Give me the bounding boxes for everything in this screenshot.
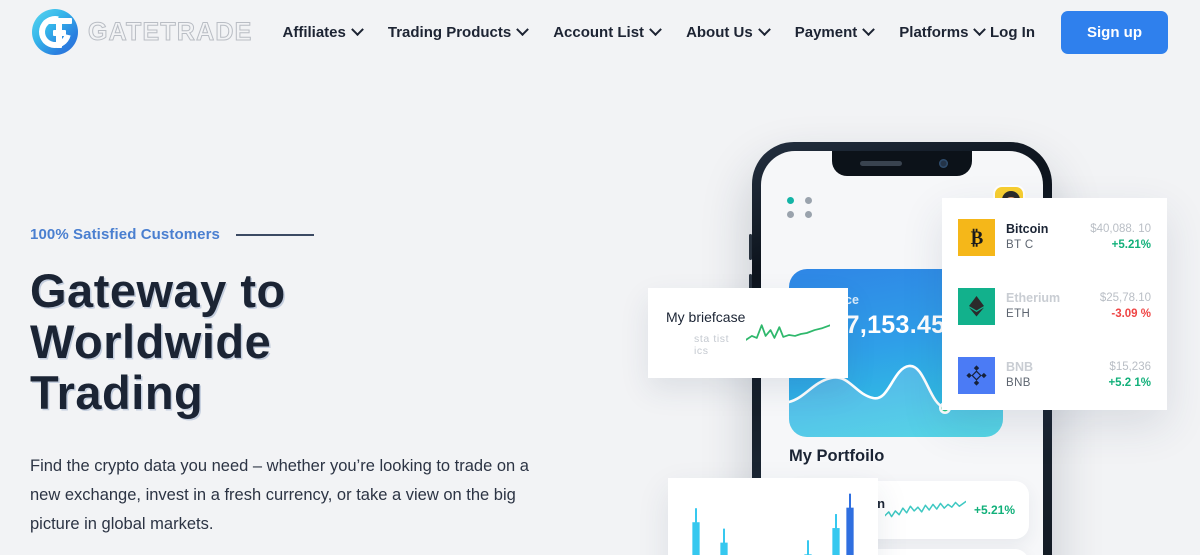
hero-eyebrow: 100% Satisfied Customers — [30, 226, 220, 243]
headline-line-1: Gateway to — [30, 264, 286, 317]
chevron-down-icon — [862, 22, 876, 36]
coin-change: +5.2 1% — [1108, 377, 1151, 389]
page-title: Gateway to Worldwide Trading — [30, 265, 570, 418]
ethereum-icon — [958, 287, 995, 325]
chevron-down-icon — [516, 22, 530, 36]
gatetrade-logo-icon — [32, 9, 78, 55]
coin-symbol: BNB — [1006, 377, 1031, 389]
chevron-down-icon — [649, 22, 662, 36]
coin-list-names: Bitcoin BT C — [1006, 221, 1048, 253]
eyebrow-divider — [235, 233, 314, 236]
bitcoin-icon: ₿ — [958, 218, 995, 256]
coin-list-values: $15,236 +5.2 1% — [1108, 359, 1151, 391]
nav-item-account-list[interactable]: Account List — [553, 22, 662, 41]
nav-item-platforms[interactable]: Platforms — [899, 22, 987, 41]
briefcase-sparkline — [745, 324, 830, 341]
landing-page: GATETRADE Affiliates Trading Products Ac… — [0, 0, 1200, 555]
coin-list-row-bitcoin[interactable]: ₿ Bitcoin BT C $40,088. 10 +5.21% — [958, 216, 1151, 258]
coin-symbol: BT C — [1006, 239, 1034, 251]
portfolio-sparkline-bitcoin — [885, 500, 966, 518]
site-header: GATETRADE Affiliates Trading Products Ac… — [0, 0, 1200, 64]
briefcase-title: My briefcase — [666, 309, 746, 325]
briefcase-subtitle: sta tist ics — [694, 333, 730, 357]
coin-symbol: ETH — [1006, 308, 1031, 320]
coin-list-names: Etherium ETH — [1006, 290, 1060, 322]
nav-label: Account List — [553, 23, 645, 41]
portfolio-change-bitcoin: +5.21% — [973, 503, 1015, 517]
nav-item-affiliates[interactable]: Affiliates — [282, 22, 364, 41]
coin-list-card: ₿ Bitcoin BT C $40,088. 10 +5.21% Etheri… — [942, 198, 1167, 410]
briefcase-card: My briefcase sta tist ics — [648, 288, 848, 378]
coin-name: Etherium — [1006, 291, 1061, 305]
coin-name: BNB — [1006, 360, 1034, 374]
svg-text:₿: ₿ — [970, 228, 983, 248]
nav-label: Trading Products — [387, 23, 512, 41]
coin-price: $25,78.10 — [1099, 292, 1151, 304]
bar-chart-card — [668, 478, 878, 555]
portfolio-title: My Portfoilo — [789, 447, 885, 465]
login-link[interactable]: Log In — [990, 24, 1035, 41]
nav-label: Affiliates — [282, 23, 346, 41]
nav-item-trading-products[interactable]: Trading Products — [387, 22, 530, 41]
coin-change: -3.09 % — [1111, 308, 1151, 320]
brand-logo[interactable]: GATETRADE — [32, 9, 253, 55]
hero-content: 100% Satisfied Customers Gateway to Worl… — [30, 226, 570, 539]
coin-list-row-etherium[interactable]: Etherium ETH $25,78.10 -3.09 % — [958, 285, 1151, 327]
coin-price: $15,236 — [1109, 361, 1151, 373]
chevron-down-icon — [757, 22, 771, 36]
nav-item-payment[interactable]: Payment — [794, 22, 876, 41]
volume-bar-chart — [692, 493, 854, 555]
nav-item-about-us[interactable]: About Us — [686, 22, 771, 41]
coin-list-values: $25,78.10 -3.09 % — [1100, 290, 1151, 322]
signup-button[interactable]: Sign up — [1061, 10, 1168, 54]
hero-eyebrow-row: 100% Satisfied Customers — [30, 226, 570, 243]
briefcase-texts: My briefcase sta tist ics — [666, 309, 746, 357]
phone-camera-icon — [939, 159, 948, 168]
headline-line-2: Worldwide — [30, 315, 272, 368]
coin-list-names: BNB BNB — [1006, 359, 1033, 391]
coin-list-row-bnb[interactable]: BNB BNB $15,236 +5.2 1% — [958, 354, 1151, 396]
phone-mute-button — [749, 234, 752, 260]
chevron-down-icon — [973, 22, 987, 36]
header-actions: Log In Sign up — [990, 10, 1168, 54]
chevron-down-icon — [350, 22, 364, 36]
headline-line-3: Trading — [30, 366, 204, 419]
nav-label: Payment — [794, 23, 858, 41]
coin-price: $40,088. 10 — [1090, 223, 1151, 235]
main-nav: Affiliates Trading Products Account List… — [282, 22, 987, 41]
binance-icon — [958, 356, 995, 394]
coin-list-values: $40,088. 10 +5.21% — [1090, 221, 1151, 253]
brand-wordmark: GATETRADE — [88, 17, 253, 46]
phone-speaker-icon — [860, 161, 902, 166]
coin-change: +5.21% — [1111, 239, 1151, 251]
nav-label: Platforms — [899, 23, 969, 41]
hero-paragraph: Find the crypto data you need – whether … — [30, 457, 529, 533]
coin-name: Bitcoin — [1006, 222, 1049, 236]
phone-notch — [832, 151, 972, 176]
grid-dots-icon[interactable] — [787, 197, 816, 218]
nav-label: About Us — [686, 23, 753, 41]
